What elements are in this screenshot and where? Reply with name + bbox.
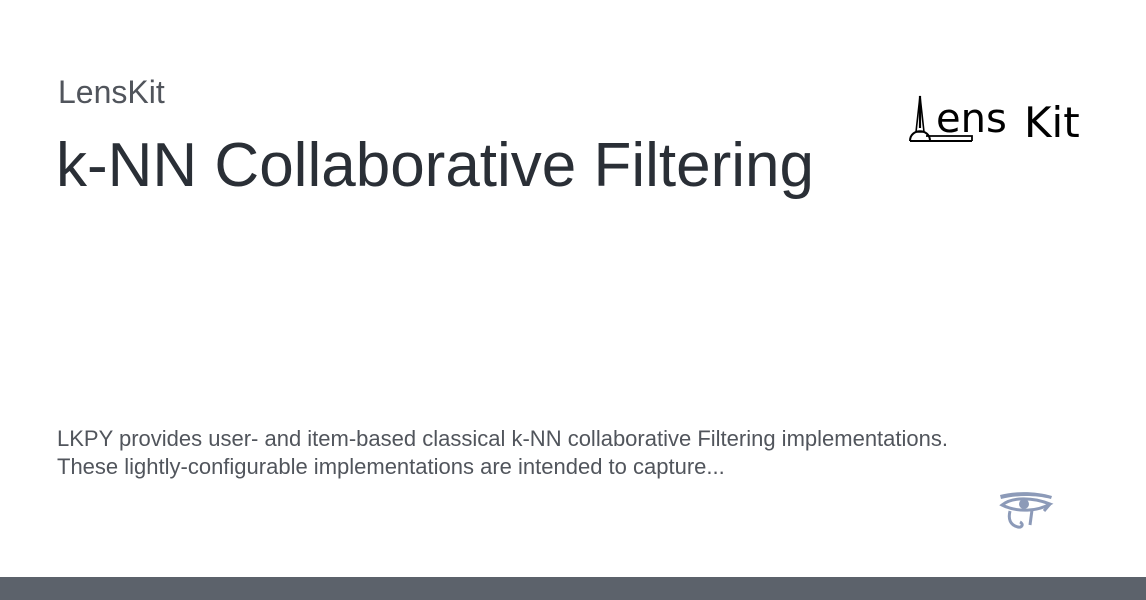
lenskit-logo-icon: ens Kit [909, 95, 1080, 146]
page-title: k-NN Collaborative Filtering [56, 131, 815, 200]
site-name: LensKit [58, 74, 165, 110]
logo-text-kit: Kit [1024, 98, 1080, 146]
lenskit-logo: ens Kit [906, 94, 1092, 146]
description-line-1: LKPY provides user- and item-based class… [57, 426, 948, 451]
page-description: LKPY provides user- and item-based class… [57, 425, 1057, 481]
footer-bar [0, 577, 1146, 600]
social-card: LensKit k-NN Collaborative Filtering ens… [0, 0, 1146, 600]
logo-text-ens: ens [936, 96, 1007, 142]
description-line-2: These lightly-configurable implementatio… [57, 454, 725, 479]
eye-of-horus-icon [996, 489, 1054, 531]
